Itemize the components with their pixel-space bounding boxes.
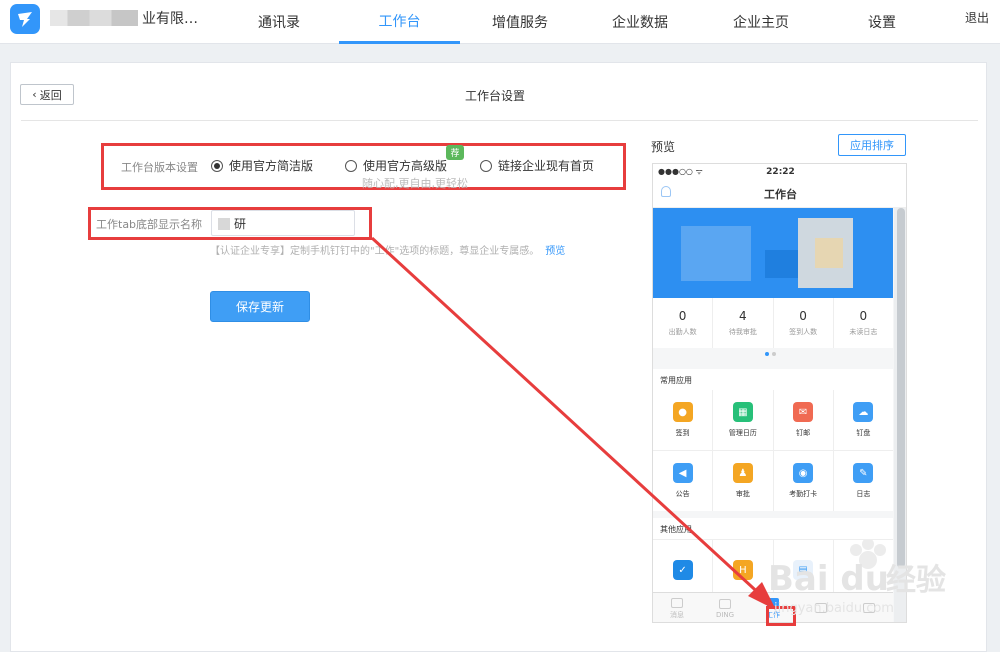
svg-text:Bai du: Bai du xyxy=(768,559,889,599)
svg-text:经验: 经验 xyxy=(886,563,946,598)
baidu-watermark: Bai du 经验 jingyan.baidu.com xyxy=(768,538,998,640)
svg-text:jingyan.baidu.com: jingyan.baidu.com xyxy=(773,601,894,616)
